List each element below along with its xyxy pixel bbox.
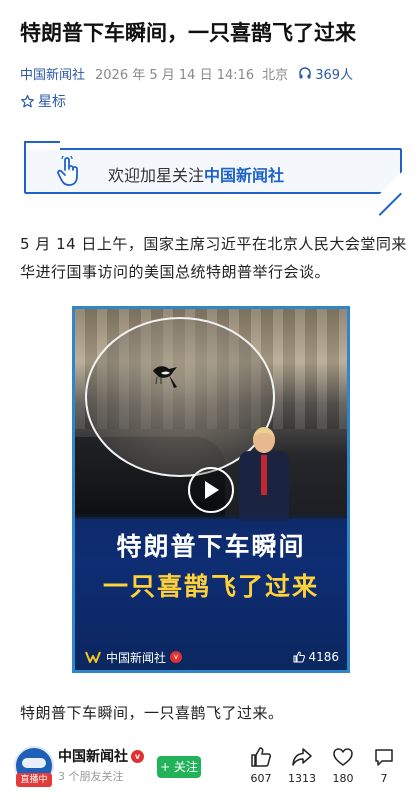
person-head [253,427,275,453]
share-action[interactable]: 1313 [282,746,322,785]
verified-icon: v [131,749,144,763]
banner-text: 欢迎加星关注中国新闻社 [108,162,284,186]
comment-icon [375,749,393,766]
comment-action[interactable]: 7 [364,746,404,785]
article-paragraph: 5 月 14 日上午，国家主席习近平在北京人民大会堂同来华进行国事访问的美国总统… [20,235,407,281]
verified-badge-icon: v [170,651,183,663]
listen-button[interactable]: 369人 [298,64,353,83]
video-likes-count: 4186 [308,650,339,664]
comment-count: 7 [380,772,388,785]
video-likes[interactable]: 4186 [293,650,339,664]
banner-corner-decoration [380,172,402,194]
like-action[interactable]: 607 [241,746,281,785]
account-name-row[interactable]: 中国新闻社 v [58,746,144,766]
follow-star-banner[interactable]: 欢迎加星关注中国新闻社 [24,141,402,194]
thumbs-up-icon [251,747,272,767]
banner-prefix: 欢迎加星关注 [108,166,205,185]
follow-button[interactable]: + 关注 [157,756,201,778]
play-icon [205,481,219,499]
share-icon [292,748,312,766]
bottom-bar: 直播中 中国新闻社 v 3 个朋友关注 + 关注 607 1313 180 7 [0,740,420,800]
video-footer: 中国新闻社 v 4186 [85,647,339,667]
share-count: 1313 [288,772,316,785]
banner-tab-decoration [24,141,60,150]
star-button[interactable]: 星标 [20,91,66,111]
like-count: 607 [250,772,272,785]
live-badge[interactable]: 直播中 [16,773,52,787]
pointer-hand-icon [57,156,78,186]
heart-icon [333,748,353,766]
thumbs-up-icon [293,651,306,663]
video-channel-name[interactable]: 中国新闻社 [106,649,166,666]
publish-date: 2026 年 5 月 14 日 14:16 [95,67,255,83]
person-figure [235,427,293,521]
favorite-action[interactable]: 180 [323,746,363,785]
magpie-icon [153,366,177,388]
account-name: 中国新闻社 [58,749,128,765]
video-caption-line1: 特朗普下车瞬间 [116,532,306,561]
avatar-logo [22,758,46,768]
friends-following: 3 个朋友关注 [58,770,124,783]
source-link[interactable]: 中国新闻社 [20,64,85,83]
video-caption-text: 特朗普下车瞬间，一只喜鹊飞了过来。 [20,704,284,722]
channel-logo-icon [85,651,101,663]
person-tie [261,455,267,495]
publish-location: 北京 [262,67,289,83]
star-icon [21,94,34,107]
banner-brand: 中国新闻社 [204,166,285,185]
headphones-icon [299,67,311,79]
video-player[interactable]: 特朗普下车瞬间 一只喜鹊飞了过来 中国新闻社 v 4186 [72,306,350,673]
play-button[interactable] [188,467,234,513]
star-label: 星标 [38,94,66,110]
article-meta: 中国新闻社 2026 年 5 月 14 日 14:16 北京 369人 [20,63,353,83]
article-title: 特朗普下车瞬间，一只喜鹊飞了过来 [20,21,356,45]
listen-count: 369人 [315,67,354,83]
video-caption-line2: 一只喜鹊飞了过来 [102,572,319,601]
favorite-count: 180 [332,772,354,785]
